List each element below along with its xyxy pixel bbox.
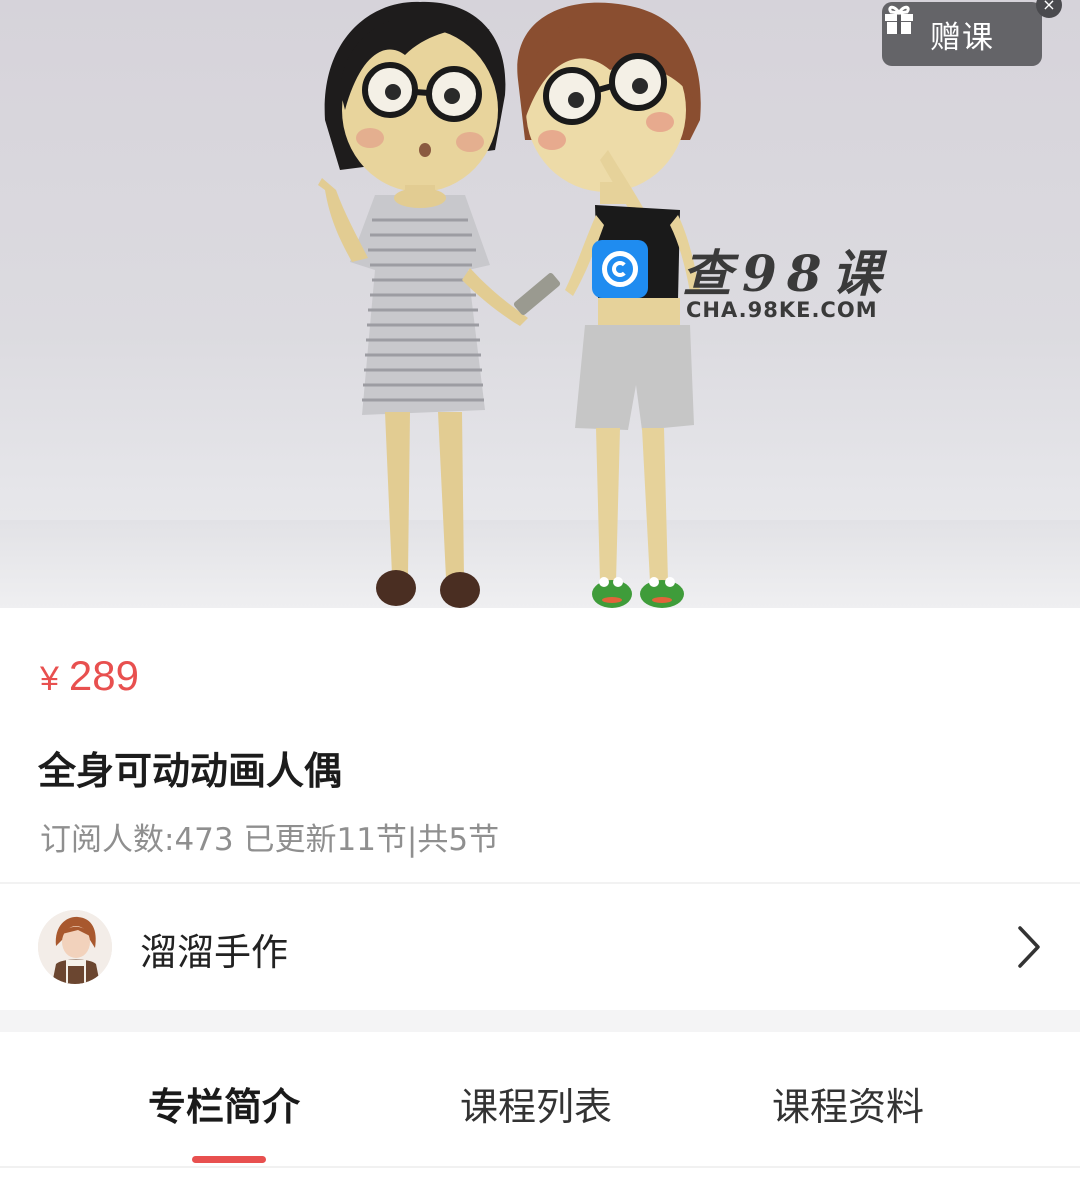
watermark-title: 查98课 [682,244,892,303]
active-tab-indicator [192,1156,266,1163]
tab-course-materials[interactable]: 课程资料 [772,1076,924,1131]
gift-icon [885,5,913,34]
chevron-right-icon [1018,926,1040,968]
author-name: 溜溜手作 [140,931,288,974]
tab-course-list[interactable]: 课程列表 [460,1076,612,1131]
watermark-logo-icon [592,240,648,298]
price-currency: ¥ [40,660,59,698]
author-row[interactable]: 溜溜手作 [0,884,1080,1010]
avatar [38,910,112,984]
price-value: 289 [68,652,139,699]
course-tabs: 专栏简介 课程列表 课程资料 [0,1032,1080,1166]
doll-figures-illustration [318,1,701,608]
watermark-domain: CHA.98KE.COM [686,298,878,322]
tab-intro[interactable]: 专栏简介 [148,1076,300,1131]
section-gap [0,1010,1080,1032]
course-price: ¥289 [40,652,139,700]
gift-course-button[interactable]: 赠课 [882,2,1042,66]
course-meta: 订阅人数:473 已更新11节|共5节 [40,822,500,858]
gift-course-label: 赠课 [930,19,994,56]
course-title: 全身可动动画人偶 [38,749,343,793]
divider [0,1166,1080,1168]
course-cover-image: 查98课 CHA.98KE.COM 赠课 [0,0,1080,608]
watermark: 查98课 CHA.98KE.COM [592,236,882,326]
